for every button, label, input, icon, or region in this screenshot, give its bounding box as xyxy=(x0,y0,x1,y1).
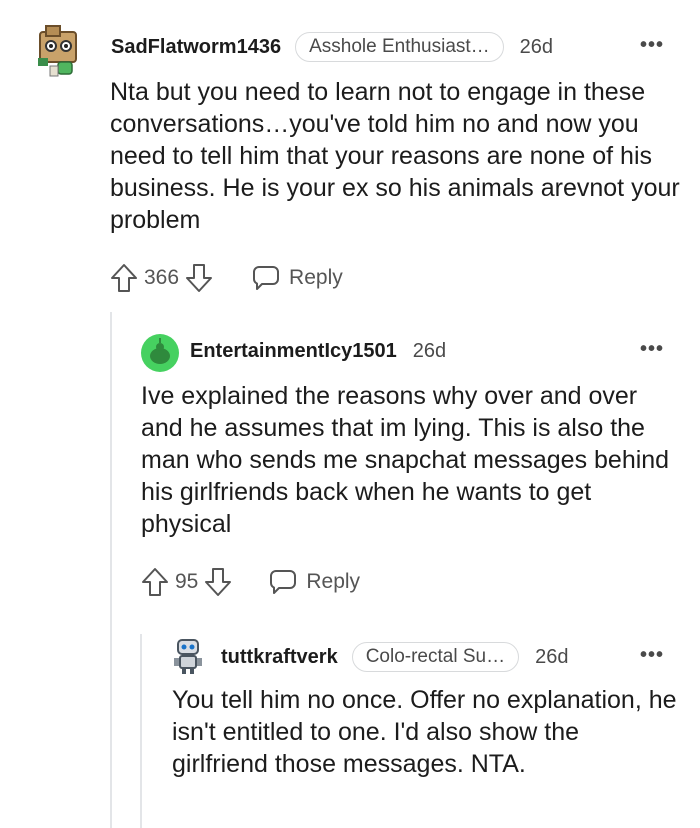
comment-header: EntertainmentIcy1501 26d xyxy=(190,340,446,363)
reply-button[interactable]: Reply xyxy=(268,568,360,596)
comment-age: 26d xyxy=(519,35,554,58)
username[interactable]: EntertainmentIcy1501 xyxy=(190,340,397,363)
comment-body: Nta but you need to learn not to engage … xyxy=(110,78,680,234)
thread-line[interactable] xyxy=(140,634,142,828)
more-options-icon[interactable]: ••• xyxy=(640,338,664,361)
comment-body: Ive explained the reasons why over and o… xyxy=(141,382,670,538)
thread-line[interactable] xyxy=(110,312,112,828)
downvote-icon[interactable] xyxy=(185,262,213,294)
comment-age: 26d xyxy=(412,340,447,362)
chat-bubble-icon xyxy=(270,570,297,594)
chat-bubble-icon xyxy=(253,266,280,290)
reply-label: Reply xyxy=(306,570,361,593)
reply-button[interactable]: Reply xyxy=(251,264,343,292)
username[interactable]: SadFlatworm1436 xyxy=(111,36,281,59)
comment-age: 26d xyxy=(535,645,569,668)
comment-actions: 366 Reply xyxy=(110,262,343,294)
comment-header: tuttkraftverk Colo-rectal Su… 26d xyxy=(221,642,568,672)
robot-avatar-icon[interactable] xyxy=(170,636,206,681)
user-flair: Asshole Enthusiast… xyxy=(295,32,504,62)
robot-box-avatar-icon[interactable] xyxy=(36,22,82,83)
more-options-icon[interactable]: ••• xyxy=(640,34,664,57)
reply-label: Reply xyxy=(289,266,343,289)
comment-body: You tell him no once. Offer no explanati… xyxy=(172,686,677,778)
more-options-icon[interactable]: ••• xyxy=(640,644,664,667)
upvote-icon[interactable] xyxy=(110,262,138,294)
upvote-icon[interactable] xyxy=(141,566,169,598)
downvote-icon[interactable] xyxy=(204,566,232,598)
username[interactable]: tuttkraftverk xyxy=(221,646,338,669)
vote-count: 95 xyxy=(175,570,199,593)
green-snoo-avatar-icon[interactable] xyxy=(140,333,180,378)
vote-count: 366 xyxy=(144,266,180,289)
comment-header: SadFlatworm1436 Asshole Enthusiast… 26d xyxy=(111,32,553,62)
comment-actions: 95 Reply xyxy=(141,566,360,598)
user-flair: Colo-rectal Su… xyxy=(351,642,520,672)
